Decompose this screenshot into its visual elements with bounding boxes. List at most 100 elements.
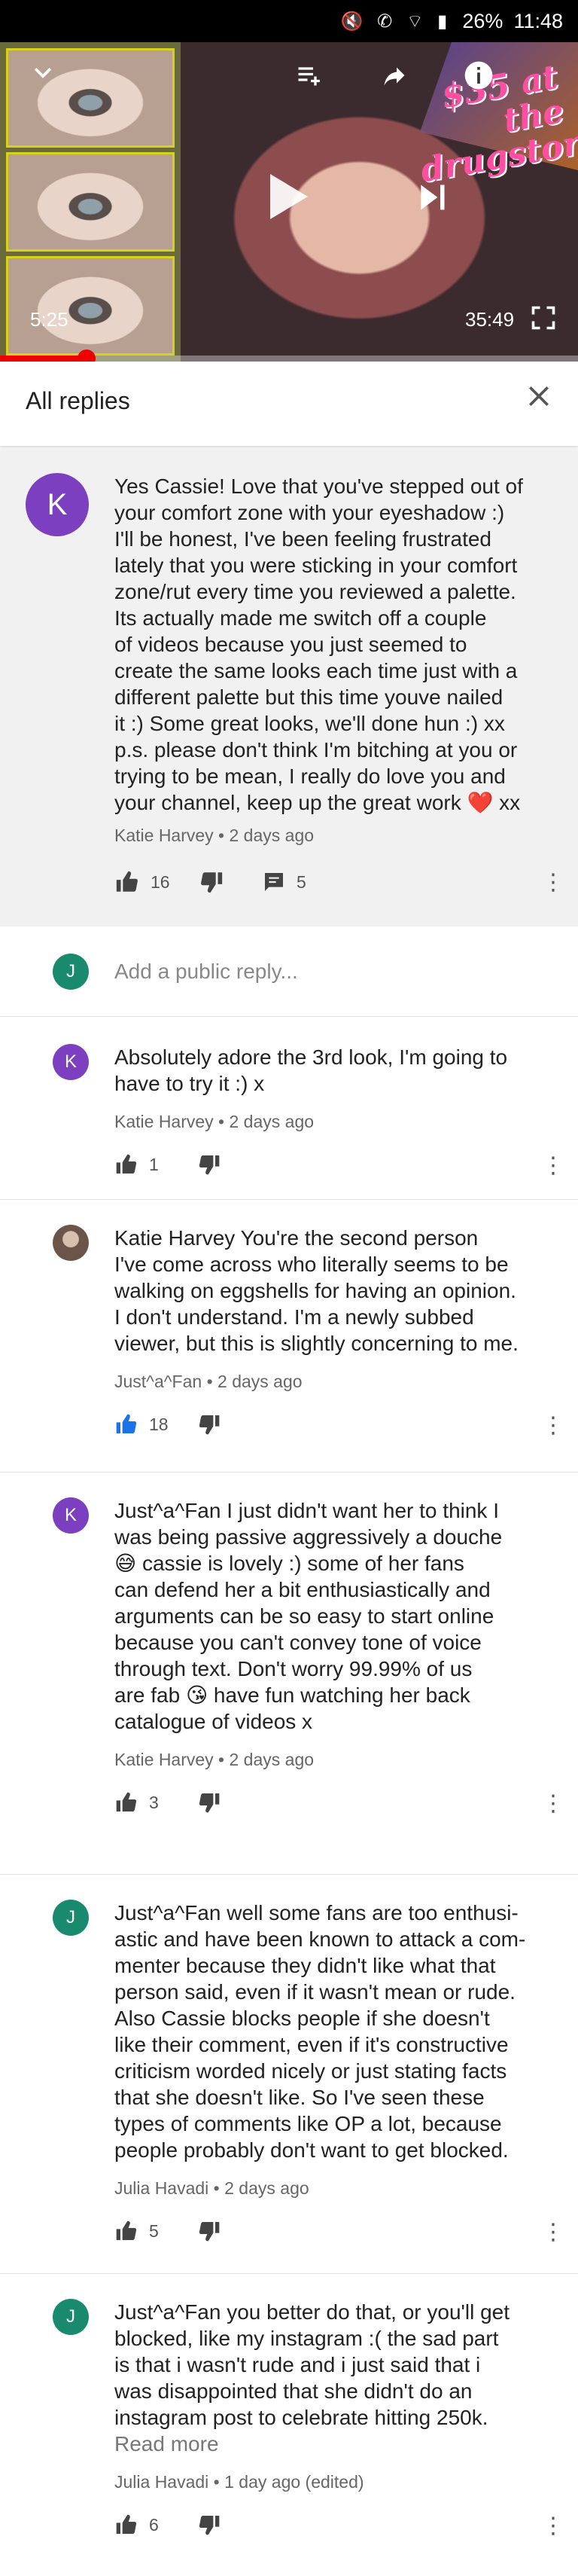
dislike-button[interactable]: [197, 2513, 221, 2537]
avatar[interactable]: K: [26, 473, 89, 536]
read-more-link[interactable]: Read more: [114, 2431, 558, 2457]
dislike-button[interactable]: [197, 1790, 221, 1814]
reply-comment: Katie Harvey You're the second person I'v…: [0, 1199, 578, 1472]
info-icon[interactable]: [462, 59, 495, 96]
comment-line: it :) Some great looks, we'll done hun :…: [114, 712, 505, 735]
comment-line: create the same looks each time just wit…: [114, 659, 518, 682]
comment-meta: Katie Harvey • 2 days ago: [114, 826, 315, 845]
comment-line: Just^a^Fan I just didn't want her to thi…: [114, 1499, 499, 1522]
thumbs-up-icon: [116, 2220, 137, 2240]
thumbs-up-icon: [116, 1792, 137, 1811]
comment-line: of videos because you just seemed to: [114, 633, 467, 656]
comment-line: criticism worded nicely or just stating …: [114, 2059, 507, 2083]
like-button[interactable]: 6: [114, 2513, 197, 2537]
like-button[interactable]: 1: [114, 1152, 197, 1177]
comment-line: person said, even if it wasn't mean or r…: [114, 1980, 516, 2004]
comment-line: are fab 😘 have fun watching her back: [114, 1683, 470, 1707]
comment-line: I don't understand. I'm a newly subbed: [114, 1305, 474, 1329]
comment-actions: 3: [114, 1790, 221, 1814]
comment-text: Katie Harvey You're the second person I'v…: [114, 1225, 558, 1357]
page-title: All replies: [26, 387, 130, 414]
reply-count-button[interactable]: 5: [262, 870, 306, 894]
fullscreen-icon[interactable]: [530, 304, 557, 335]
thumbs-down-icon: [199, 2222, 220, 2242]
comment-line: I'll be honest, I've been feeling frustr…: [114, 527, 492, 551]
comment-line: like their comment, even if it's constru…: [114, 2033, 509, 2056]
close-icon[interactable]: [524, 381, 554, 411]
like-count: 1: [149, 1154, 159, 1174]
dislike-button[interactable]: [197, 1152, 221, 1177]
avatar[interactable]: K: [53, 1497, 89, 1534]
comment-line: different palette but this time youve na…: [114, 685, 503, 709]
comment-line: trying to be mean, I really do love you …: [114, 765, 506, 788]
comment-line: I've come across who literally seems to …: [114, 1253, 509, 1276]
comment-line: 😅 cassie is lovely :) some of her fans: [114, 1552, 464, 1575]
comment-text: Just^a^Fan well some fans are too enthus…: [114, 1900, 558, 2163]
collapse-icon[interactable]: [30, 60, 56, 90]
thumbnail-eye-strip: [0, 42, 181, 362]
like-count: 3: [149, 1792, 159, 1812]
comment-meta: Julia Havadi • 1 day ago (edited): [114, 2472, 364, 2492]
comment-line: Absolutely adore the 3rd look, I'm going…: [114, 1045, 508, 1069]
like-count: 5: [149, 2220, 159, 2241]
progress-bar[interactable]: [0, 349, 578, 368]
more-options-icon[interactable]: ⋮: [542, 869, 564, 896]
add-to-queue-icon[interactable]: [294, 62, 324, 93]
thumbs-up-icon: [116, 1414, 137, 1433]
comment-line: was disappointed that she didn't do an: [114, 2379, 473, 2403]
divider: [0, 2273, 578, 2274]
comment-meta: Just^a^Fan • 2 days ago: [114, 1372, 303, 1391]
avatar[interactable]: K: [53, 1044, 89, 1080]
comment-line: people probably don't want to get blocke…: [114, 2138, 509, 2162]
reply-box: J Add a public reply...: [0, 928, 578, 1017]
comment-text: Yes Cassie! Love that you've stepped out…: [114, 473, 558, 816]
more-options-icon[interactable]: ⋮: [542, 1412, 564, 1439]
like-button[interactable]: 3: [114, 1790, 197, 1814]
status-icons: 🔇 ✆ ⌔ ▮: [340, 11, 452, 32]
like-button[interactable]: 18: [114, 1412, 197, 1436]
avatar[interactable]: J: [53, 954, 89, 990]
comment-text: Just^a^Fan you better do that, or you'll…: [114, 2299, 558, 2457]
comment-actions: 18: [114, 1412, 221, 1436]
comment-line: was being passive aggressively a douche: [114, 1525, 503, 1549]
avatar[interactable]: [53, 1225, 89, 1261]
like-count: 6: [149, 2514, 159, 2535]
current-time: 5:25: [30, 308, 68, 331]
comment-line: lately that you were sticking in your co…: [114, 554, 518, 577]
next-video-icon[interactable]: [415, 181, 449, 218]
thumbs-down-icon: [199, 1793, 220, 1813]
dislike-button[interactable]: [197, 1412, 221, 1436]
thumbs-down-icon: [199, 1415, 220, 1435]
reply-comment: K Just^a^Fan I just didn't want her to th…: [0, 1472, 578, 1874]
divider: [0, 1199, 578, 1200]
more-options-icon[interactable]: ⋮: [542, 1790, 564, 1817]
thumbs-up-icon: [116, 871, 138, 892]
thumbs-down-icon: [199, 1155, 220, 1175]
comment-line: p.s. please don't think I'm bitching at …: [114, 738, 518, 762]
play-icon[interactable]: [266, 170, 312, 227]
battery-level: 26%: [462, 9, 503, 32]
reply-comment: J Just^a^Fan well some fans are too enthu…: [0, 1874, 578, 2273]
dislike-button[interactable]: [199, 869, 224, 895]
comment-line: is that i wasn't rude and i just said th…: [114, 2353, 481, 2376]
share-icon[interactable]: [379, 62, 409, 93]
progress-fill: [0, 356, 87, 362]
like-button[interactable]: 5: [114, 2219, 197, 2243]
video-player[interactable]: $35 at the drugstore!? 5:25 35:49: [0, 42, 578, 362]
more-options-icon[interactable]: ⋮: [542, 1152, 564, 1179]
more-options-icon[interactable]: ⋮: [542, 2513, 564, 2539]
more-options-icon[interactable]: ⋮: [542, 2219, 564, 2245]
comment-actions: 5: [114, 2219, 221, 2243]
avatar[interactable]: J: [53, 2299, 89, 2335]
comment-line: walking on eggshells for having an opini…: [114, 1279, 516, 1302]
comment-line: because you can't convey tone of voice: [114, 1631, 482, 1654]
comment-line: that she doesn't like. So I've seen thes…: [114, 2086, 485, 2109]
like-count: 18: [149, 1414, 169, 1434]
reply-input[interactable]: Add a public reply...: [114, 960, 298, 984]
eye-image: [6, 152, 175, 252]
like-button[interactable]: 16: [114, 869, 199, 895]
dislike-button[interactable]: [197, 2219, 221, 2243]
comment-line: can defend her a bit enthusiastically an…: [114, 1578, 491, 1601]
avatar[interactable]: J: [53, 1900, 89, 1936]
thumbs-up-icon: [116, 1154, 137, 1174]
